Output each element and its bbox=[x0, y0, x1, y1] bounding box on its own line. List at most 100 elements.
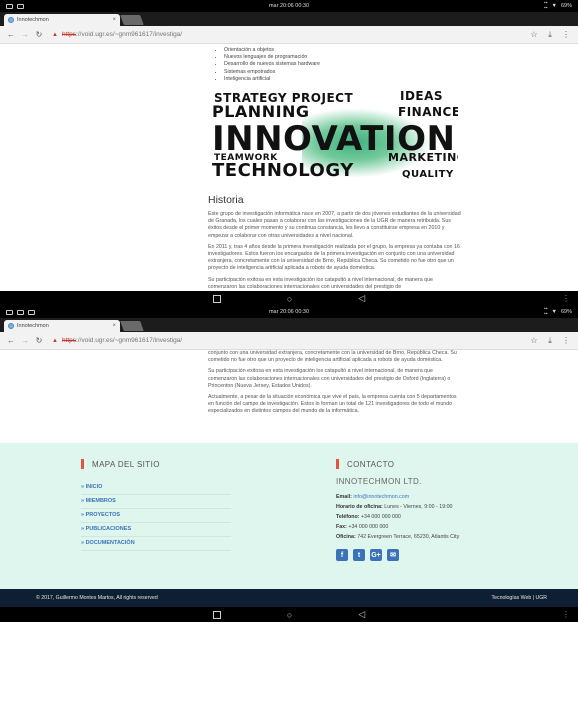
topic-list: Orientación a objetos Nuevos lenguajes d… bbox=[208, 47, 462, 83]
google-plus-icon[interactable]: G+ bbox=[370, 549, 382, 561]
status-time: mar 20:06 00:30 bbox=[268, 3, 310, 9]
list-item: Inteligencia artificial bbox=[224, 76, 462, 83]
social-links: f t G+ ✉ bbox=[336, 549, 536, 561]
download-icon[interactable]: ⤓ bbox=[542, 336, 558, 346]
credits-link[interactable]: Tecnologías Web | UGR bbox=[492, 595, 547, 601]
twitter-icon[interactable]: t bbox=[353, 549, 365, 561]
contact-email: Email: info@innotechmon.com bbox=[336, 494, 410, 500]
star-icon[interactable]: ☆ bbox=[526, 30, 542, 39]
back-button[interactable]: ◁ bbox=[358, 609, 365, 620]
tab-strip: Innotechmon × bbox=[0, 318, 578, 332]
mail-icon[interactable]: ✉ bbox=[387, 549, 399, 561]
warning-icon[interactable]: ▲ bbox=[52, 338, 58, 344]
reload-icon[interactable]: ↻ bbox=[32, 30, 46, 39]
banner-word: FINANCE bbox=[398, 105, 458, 120]
star-icon[interactable]: ☆ bbox=[526, 336, 542, 345]
close-tab-icon[interactable]: × bbox=[112, 323, 116, 329]
notification-icon bbox=[6, 3, 13, 9]
contact-office: Oficina: 742 Evergreen Terrace, 65230, A… bbox=[336, 534, 460, 540]
menu-icon[interactable]: ⋮ bbox=[558, 336, 574, 345]
site-map-heading: MAPA DEL SITIO bbox=[81, 459, 261, 469]
contact-heading: CONTACTO bbox=[336, 459, 536, 469]
android-nav-bar: ○ ◁ ⋮ bbox=[0, 607, 578, 622]
contact-phone: Teléfono: +34 000 000 000 bbox=[336, 514, 401, 520]
footer-link-publicaciones[interactable]: » PUBLICACIONES bbox=[81, 523, 231, 537]
page-viewport[interactable]: conjunto con una universidad extranjera,… bbox=[0, 350, 578, 443]
new-tab-button[interactable] bbox=[120, 321, 144, 331]
url-path: ://void.ugr.es/~gnm961617/investiga/ bbox=[76, 337, 183, 344]
home-button[interactable]: ○ bbox=[287, 610, 292, 620]
favicon-icon bbox=[8, 323, 14, 329]
browser-tab[interactable]: Innotechmon × bbox=[4, 320, 120, 332]
innovation-banner-image: STRATEGY PROJECT IDEAS PLANNING FINANCE … bbox=[212, 90, 458, 187]
tab-strip: Innotechmon × bbox=[0, 12, 578, 26]
battery-level: 69% bbox=[560, 3, 572, 9]
banner-word: MARKETING bbox=[388, 151, 458, 165]
banner-word: TECHNOLOGY bbox=[212, 160, 354, 182]
back-icon[interactable]: ← bbox=[4, 30, 18, 39]
footer-link-inicio[interactable]: » INICIO bbox=[81, 481, 231, 495]
footer-link-documentacion[interactable]: » DOCUMENTACIÓN bbox=[81, 537, 231, 551]
footer-link-proyectos[interactable]: » PROYECTOS bbox=[81, 509, 231, 523]
favicon-icon bbox=[8, 17, 14, 23]
wifi-icon: ▼ bbox=[551, 3, 557, 9]
recents-button[interactable] bbox=[212, 294, 221, 303]
wifi-icon: ▼ bbox=[551, 309, 557, 315]
back-icon[interactable]: ← bbox=[4, 336, 18, 345]
forward-icon[interactable]: → bbox=[18, 336, 32, 345]
email-link[interactable]: info@innotechmon.com bbox=[353, 494, 409, 500]
toolbar: ← → ↻ ▲ https://void.ugr.es/~gnm961617/i… bbox=[0, 332, 578, 350]
status-bar: mar 20:06 00:30 ▪▪ ▪▪ ▼ 69% bbox=[0, 0, 578, 12]
signal-icon: ▪▪ ▪▪ bbox=[543, 0, 548, 11]
shield-icon bbox=[28, 309, 35, 315]
browser-tab[interactable]: Innotechmon × bbox=[4, 14, 120, 26]
status-bar: mar 20:06 00:30 ▪▪ ▪▪ ▼ 69% bbox=[0, 306, 578, 318]
address-bar[interactable]: ▲ https://void.ugr.es/~gnm961617/investi… bbox=[52, 29, 526, 41]
url-scheme: https bbox=[61, 337, 77, 344]
close-tab-icon[interactable]: × bbox=[112, 17, 116, 23]
mail-notification-icon bbox=[17, 309, 24, 315]
copyright-text: © 2017, Guillermo Montes Martos, All rig… bbox=[36, 595, 158, 601]
site-map: MAPA DEL SITIO » INICIO » MIEMBROS » PRO… bbox=[81, 459, 261, 551]
back-button[interactable]: ◁ bbox=[358, 293, 365, 304]
recents-button[interactable] bbox=[212, 610, 221, 619]
banner-word: IDEAS bbox=[400, 90, 444, 104]
contact-hours: Horario de oficina: Lunes - Viernes, 9:0… bbox=[336, 504, 453, 510]
page-viewport[interactable]: Orientación a objetos Nuevos lenguajes d… bbox=[0, 44, 578, 291]
mail-notification-icon bbox=[17, 3, 24, 9]
toolbar: ← → ↻ ▲ https://void.ugr.es/~gnm961617/i… bbox=[0, 26, 578, 44]
signal-icon: ▪▪ ▪▪ bbox=[543, 306, 548, 317]
notification-icon bbox=[6, 309, 13, 315]
contact-section: CONTACTO INNOTECHMON LTD. Email: info@in… bbox=[336, 459, 536, 561]
list-item: Nuevos lenguajes de programación bbox=[224, 54, 462, 61]
list-item: Sistemas empotrados bbox=[224, 69, 462, 76]
tab-title: Innotechmon bbox=[17, 323, 49, 329]
menu-icon[interactable]: ⋮ bbox=[558, 30, 574, 39]
address-bar[interactable]: ▲ https://void.ugr.es/~gnm961617/investi… bbox=[52, 335, 526, 347]
new-tab-button[interactable] bbox=[120, 15, 144, 25]
paragraph: Este grupo de investigación informática … bbox=[208, 211, 461, 239]
overflow-icon[interactable]: ⋮ bbox=[562, 610, 570, 619]
list-item: Orientación a objetos bbox=[224, 47, 462, 54]
url-scheme: https bbox=[61, 31, 77, 38]
list-item: Desarrollo de nuevos sistemas hardware bbox=[224, 61, 462, 68]
paragraph: Actualmente, a pesar de la situación eco… bbox=[208, 394, 457, 415]
status-time: mar 20:06 00:30 bbox=[268, 309, 310, 315]
warning-icon[interactable]: ▲ bbox=[52, 32, 58, 38]
home-button[interactable]: ○ bbox=[287, 294, 292, 304]
paragraph: conjunto con una universidad extranjera,… bbox=[208, 350, 457, 364]
banner-word: PLANNING bbox=[212, 102, 310, 122]
battery-level: 69% bbox=[560, 309, 572, 315]
android-nav-bar: ○ ◁ ⋮ bbox=[0, 291, 578, 306]
section-heading: Historia bbox=[208, 194, 244, 207]
facebook-icon[interactable]: f bbox=[336, 549, 348, 561]
paragraph: En 2011 y, tras 4 años desde la primera … bbox=[208, 243, 460, 272]
reload-icon[interactable]: ↻ bbox=[32, 336, 46, 345]
download-icon[interactable]: ⤓ bbox=[542, 30, 558, 40]
overflow-icon[interactable]: ⋮ bbox=[562, 294, 570, 303]
forward-icon[interactable]: → bbox=[18, 30, 32, 39]
paragraph: Su participación exitosa en esta investi… bbox=[208, 276, 433, 290]
url-path: ://void.ugr.es/~gnm961617/investiga/ bbox=[76, 31, 183, 38]
paragraph: Su participación exitosa en esta investi… bbox=[208, 368, 451, 389]
footer-link-miembros[interactable]: » MIEMBROS bbox=[81, 495, 231, 509]
